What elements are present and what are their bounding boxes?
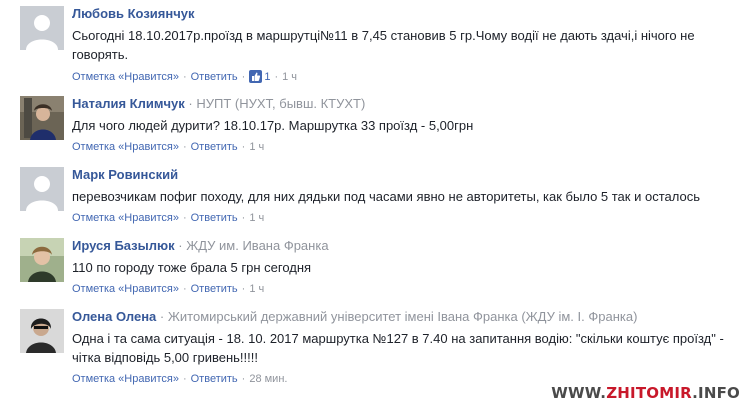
comment-actions: Отметка «Нравится» · Ответить · 1 · 1 ч [72,70,298,83]
comment-author[interactable]: Олена Олена [72,309,156,324]
like-link[interactable]: Отметка «Нравится» [72,141,179,153]
comment-time[interactable]: 28 мин. [249,373,287,385]
like-link[interactable]: Отметка «Нравится» [72,283,179,295]
reply-link[interactable]: Ответить [191,71,238,83]
default-avatar-icon[interactable] [20,6,64,50]
reply-link[interactable]: Ответить [191,212,238,224]
comment-text: Сьогодні 18.10.2017р.проїзд в маршрутці№… [72,28,695,62]
site-watermark: WWW.ZHITOMIR.INFO [551,384,740,402]
photo-avatar[interactable] [20,96,64,140]
comment-text: 110 по городу тоже брала 5 грн сегодня [72,260,312,275]
comment-actions: Отметка «Нравится» · Ответить · 1 ч [72,212,265,224]
comment-actions: Отметка «Нравится» · Ответить · 1 ч [72,141,265,153]
reply-link[interactable]: Ответить [191,141,238,153]
photo-avatar[interactable] [20,309,64,353]
comment-time[interactable]: 1 ч [249,141,264,153]
comment-text: перевозчикам пофиг походу, для них дядьк… [72,189,700,204]
sep-dot: · [159,309,165,324]
comment-affiliation[interactable]: НУПТ (НУХТ, бывш. КТУХТ) [196,96,365,111]
comment-author[interactable]: Любовь Козиянчук [72,6,195,21]
like-link[interactable]: Отметка «Нравится» [72,212,179,224]
comment-actions: Отметка «Нравится» · Ответить · 1 ч [72,283,265,295]
sep-dot: · [178,238,183,253]
thumbs-up-icon [249,70,263,83]
reply-link[interactable]: Ответить [191,373,238,385]
comment-author[interactable]: Наталия Климчук [72,96,185,111]
like-count[interactable]: 1 [264,71,270,83]
comment-text: Одна і та сама ситуація - 18. 10. 2017 м… [72,331,724,365]
comment-time[interactable]: 1 ч [249,283,264,295]
comment-author[interactable]: Ируся Базылюк [72,238,175,253]
default-avatar-icon[interactable] [20,167,64,211]
comment-time[interactable]: 1 ч [249,212,264,224]
comment-text: Для чого людей дурити? 18.10.17р. Маршру… [72,118,474,133]
comment-author[interactable]: Марк Ровинский [72,167,178,182]
reply-link[interactable]: Ответить [191,283,238,295]
comment-time[interactable]: 1 ч [282,71,297,83]
like-link[interactable]: Отметка «Нравится» [72,373,179,385]
photo-avatar[interactable] [20,238,64,282]
like-link[interactable]: Отметка «Нравится» [72,71,179,83]
comment-affiliation[interactable]: Житомирський державний університет імені… [168,309,638,324]
sep-dot: · [188,96,193,111]
comment-affiliation[interactable]: ЖДУ им. Ивана Франка [186,238,328,253]
